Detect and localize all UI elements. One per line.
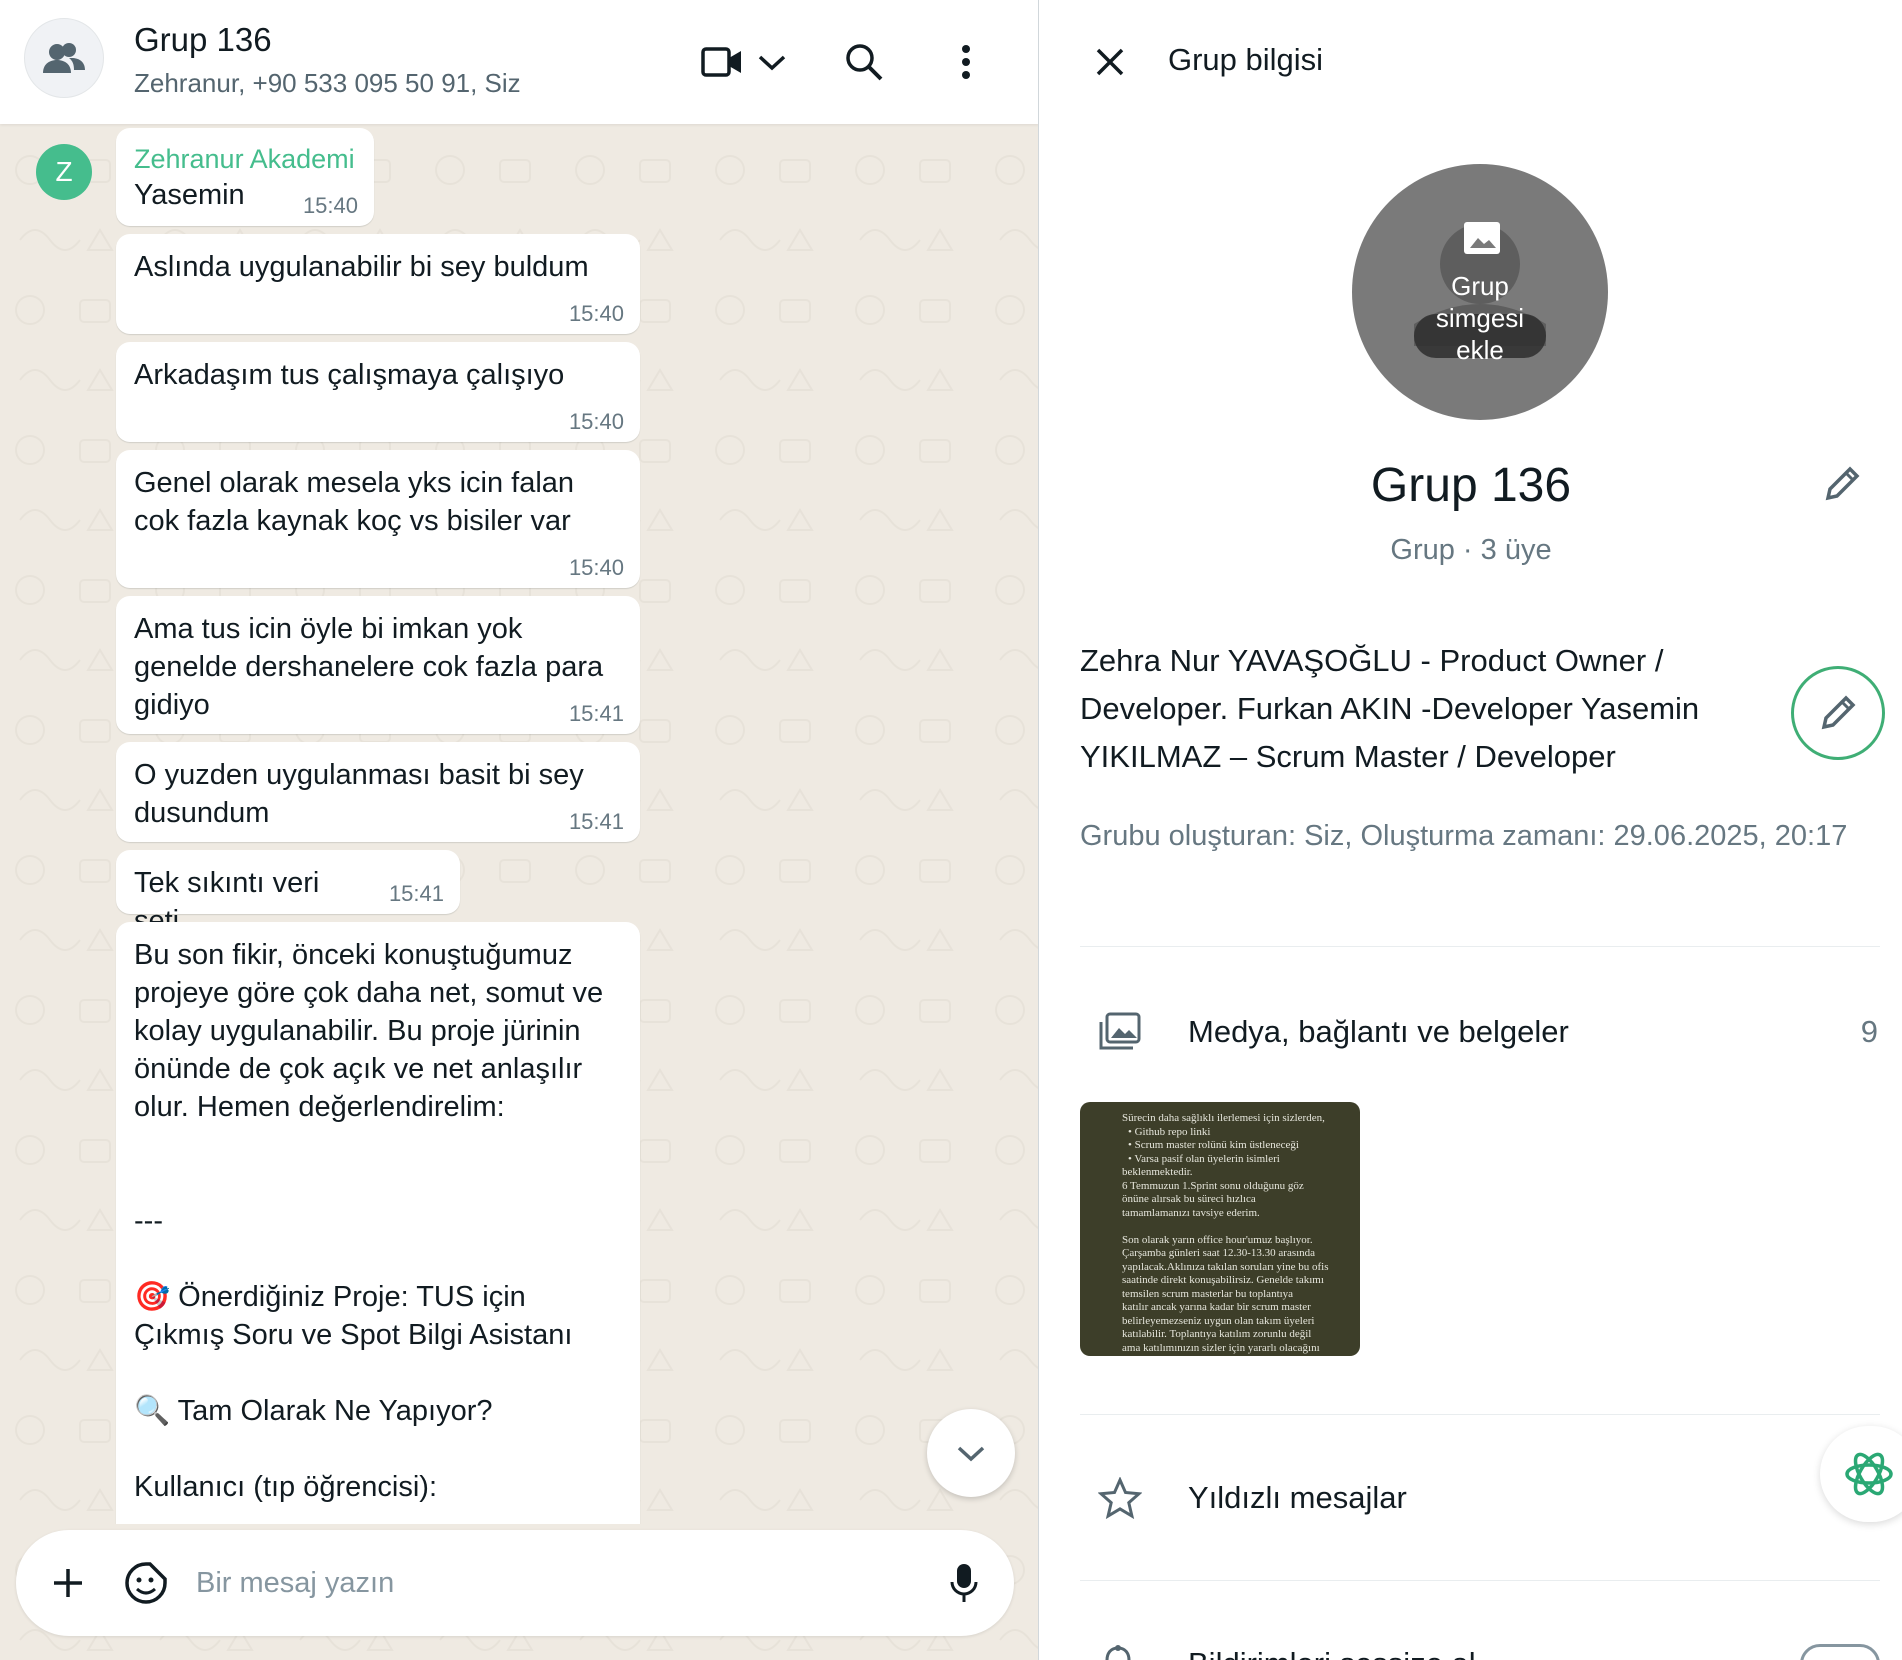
thumb-line: Çarşamba günleri saat 12.30-13.30 arasın… [1122,1247,1316,1259]
group-avatar-icon [43,43,85,73]
pencil-icon [1821,695,1856,730]
thumb-line: katılabilir. Toplantıya katılım zorunlu … [1122,1328,1312,1340]
star-icon [1094,1472,1146,1524]
media-label: Medya, bağlantı ve belgeler [1188,1014,1569,1049]
media-links-docs-row[interactable]: Medya, bağlantı ve belgeler 9 [1040,986,1902,1078]
scroll-to-bottom-button[interactable] [927,1409,1015,1497]
thumb-line: beklenmektedir. [1122,1166,1193,1178]
thumb-line [1122,1220,1348,1234]
message-time: 15:40 [568,555,624,580]
message-time: 15:41 [388,881,444,906]
chat-header: Grup 136 Zehranur, +90 533 095 50 91, Si… [0,0,1038,124]
message-bubble[interactable]: Genel olarak mesela yks icin falan cok f… [116,450,640,588]
edit-group-name-button[interactable] [1814,456,1870,512]
group-photo-add-button[interactable]: Grup simgesi ekle [1352,164,1608,420]
group-avatar[interactable] [24,18,104,98]
message-time: 15:40 [568,301,624,326]
message-bubble[interactable]: Zehranur Akademi Yasemin 15:40 [116,128,374,226]
message-input[interactable] [196,1553,936,1613]
message-text: Arkadaşım tus çalışmaya çalışıyo [134,359,565,391]
attach-button[interactable] [38,1553,98,1613]
group-member-count: Grup · 3 üye [1390,534,1552,566]
message-text: Bu son fikir, önceki konuştuğumuz projey… [134,939,604,1503]
thumb-line: 6 Temmuzun 1.Sprint sonu olduğunu göz [1122,1179,1304,1192]
sender-avatar[interactable]: Z [36,144,92,200]
thumb-line: ama katılımınızın sizler için yararlı ol… [1122,1341,1320,1354]
chat-title: Grup 136 [134,21,272,58]
message-text: Genel olarak mesela yks icin falan cok f… [134,467,575,537]
microphone-icon [950,1564,978,1602]
edit-description-button[interactable] [1791,666,1885,760]
divider [1080,1580,1880,1581]
sticker-button[interactable] [116,1553,176,1613]
bell-icon [1105,1645,1131,1660]
thumb-line: katılır ancak yarına kadar bir scrum mas… [1122,1301,1311,1313]
message-composer [16,1530,1014,1636]
message-bubble[interactable]: Bu son fikir, önceki konuştuğumuz projey… [116,922,640,1524]
pencil-icon [1825,466,1860,501]
divider [1080,1414,1880,1415]
message-text: O yuzden uygulanması basit bi sey dusund… [134,759,584,829]
starred-label: Yıldızlı mesajlar [1188,1480,1407,1515]
video-call-button[interactable] [694,36,794,88]
menu-button[interactable] [938,34,994,90]
mute-notifications-row[interactable]: Bildirimleri sessize al [1040,1622,1902,1660]
thumb-line: önüne alırsak bu süreci hızlıca [1122,1193,1256,1205]
divider [1080,946,1880,947]
message-bubble[interactable]: O yuzden uygulanması basit bi sey dusund… [116,742,640,842]
thumb-line: temsilen scrum masterlar bu toplantıya [1122,1287,1294,1300]
group-info-header: Grup bilgisi [1040,0,1902,124]
menu-icon [962,45,970,79]
message-time: 15:41 [568,701,624,726]
thumb-line: tamamlamanızı tavsiye ederim. [1122,1206,1260,1219]
group-info-title: Grup bilgisi [1168,42,1324,77]
chevron-down-icon [957,1446,985,1462]
message-time: 15:40 [568,409,624,434]
mute-toggle[interactable] [1800,1644,1880,1660]
thumb-line: Son olarak yarın office hour'umuz başlıy… [1122,1233,1313,1246]
plus-icon [54,1569,82,1597]
thumb-line: Sürecin daha sağlıklı ilerlemesi için si… [1122,1112,1325,1124]
chat-title-block[interactable]: Grup 136 Zehranur, +90 533 095 50 91, Si… [134,20,521,100]
media-thumbnail[interactable]: Sürecin daha sağlıklı ilerlemesi için si… [1080,1102,1360,1356]
message-bubble[interactable]: Arkadaşım tus çalışmaya çalışıyo 15:40 [116,342,640,442]
message-list[interactable]: Z Zehranur Akademi Yasemin 15:40 Aslında… [0,124,1038,1524]
gallery-icon [1094,1006,1146,1058]
search-button[interactable] [836,34,892,90]
search-icon [846,44,883,81]
message-bubble[interactable]: Tek sıkıntı veri seti 15:41 [116,850,460,937]
thumb-line: • Github repo linki [1128,1125,1211,1138]
starred-messages-row[interactable]: Yıldızlı mesajlar [1040,1452,1902,1544]
message-bubble[interactable]: Ama tus icin öyle bi imkan yok genelde d… [116,596,640,734]
video-call-icon [701,47,741,77]
close-button[interactable] [1080,32,1140,92]
chat-participants: Zehranur, +90 533 095 50 91, Siz [134,68,521,98]
voice-message-button[interactable] [934,1553,994,1613]
group-name: Grup 136 [1370,459,1572,512]
message-bubble[interactable]: Aslında uygulanabilir bi sey buldum 15:4… [116,234,640,334]
close-icon [1096,48,1124,76]
chat-pane: Grup 136 Zehranur, +90 533 095 50 91, Si… [0,0,1039,1660]
thumb-line: • Scrum master rolünü kim üstleneceği [1128,1139,1299,1151]
chevron-down-icon [758,55,786,71]
mute-label: Bildirimleri sessize al [1188,1646,1476,1660]
message-sender[interactable]: Zehranur Akademi [134,142,356,176]
thumb-line: saatinde direkt konuşabilirsiz. Genelde … [1122,1274,1324,1286]
message-time: 15:41 [568,809,624,834]
message-text: Ama tus icin öyle bi imkan yok genelde d… [134,613,604,721]
openai-icon [1845,1452,1893,1496]
thumb-line: • Varsa pasif olan üyelerin isimleri [1128,1152,1280,1165]
add-group-photo-label: Grup simgesi ekle [1435,271,1525,365]
group-info-pane: Grup bilgisi Grup simgesi ekle Grup 136 … [1040,0,1902,1660]
thumb-line: belirleyemezseniz uygun olan takım üyele… [1122,1314,1315,1327]
group-description: Zehra Nur YAVAŞOĞLU - Product Owner / De… [1080,643,1700,774]
message-text: Aslında uygulanabilir bi sey buldum [134,251,589,283]
sticker-icon [125,1562,167,1604]
group-created-info: Grubu oluşturan: Siz, Oluşturma zamanı: … [1080,820,1848,852]
message-time: 15:40 [302,193,358,218]
thumb-line: yapılacak.Aklınıza takılan soruları yine… [1122,1260,1329,1273]
media-count: 9 [1860,1014,1878,1049]
